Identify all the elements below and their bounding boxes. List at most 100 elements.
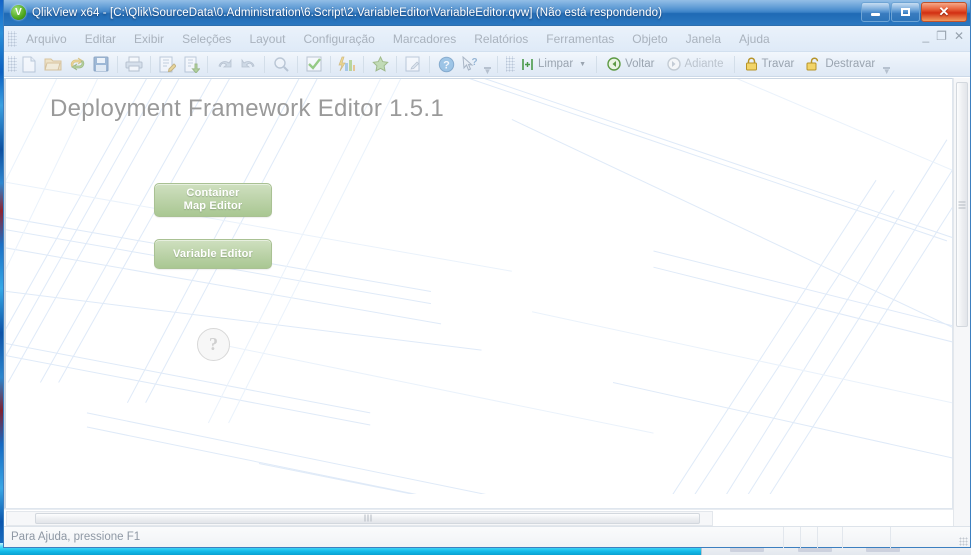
back-label: Voltar [625,58,655,70]
search-icon[interactable] [270,54,292,75]
status-bar: Para Ajuda, pressione F1 [4,526,970,548]
svg-text:?: ? [443,59,450,71]
background-line-pattern [6,79,952,494]
menu-item-marcadores[interactable]: Marcadores [384,29,465,49]
export-document-icon[interactable] [180,54,202,75]
window-controls: ✕ [861,2,967,22]
vertical-scrollbar-thumb[interactable] [956,82,968,327]
lock-button[interactable]: Travar [739,57,801,71]
chart-icon[interactable] [336,54,358,75]
new-document-icon[interactable] [18,54,40,75]
menu-item-exibir[interactable]: Exibir [125,29,173,49]
toolbar-separator [596,55,598,73]
help-question-icon[interactable]: ? [197,328,230,361]
back-arrow-icon [607,57,621,71]
scrollbar-thumb-grip [364,514,371,522]
context-help-icon[interactable]: ? [459,54,481,75]
toolbar-overflow-button[interactable]: ▼ [482,54,493,75]
print-icon[interactable] [123,54,145,75]
unlock-icon [806,57,819,71]
variable-editor-label: Variable Editor [172,247,254,260]
selection-toolbar-overflow-button[interactable]: ▼ [881,54,892,75]
container-map-editor-line1: Container [186,187,240,199]
scrollbar-spacer [713,511,951,526]
window-title: QlikView x64 - [C:\Qlik\SourceData\0.Adm… [32,6,663,19]
menu-item-layout[interactable]: Layout [240,29,294,49]
toolbar-separator [429,55,430,73]
open-folder-icon[interactable] [42,54,64,75]
minimize-icon [871,13,880,16]
forward-arrow-icon [666,57,681,71]
chevron-down-icon: ▼ [483,66,492,76]
menu-item-relatorios[interactable]: Relatórios [465,29,537,49]
menu-item-objeto[interactable]: Objeto [623,29,676,49]
selection-toolbar-grip-handle[interactable] [506,56,515,72]
menu-item-selecoes[interactable]: Seleções [173,29,240,49]
menu-item-editar[interactable]: Editar [76,29,125,49]
clear-selections-button[interactable]: Limpar ▼ [515,58,592,71]
menu-bar: Arquivo Editar Exibir Seleções Layout Co… [4,26,970,52]
horizontal-scrollbar-area [4,509,953,526]
status-cell [783,526,800,548]
bookmark-star-icon[interactable] [369,54,391,75]
status-cell [842,526,890,548]
toolbar-separator [497,55,498,73]
tool-bar: ? ? ▼ Limpar ▼ Voltar Adiante Travar Des… [4,52,970,77]
forward-label: Adiante [684,58,724,70]
toolbar-separator [117,55,118,73]
menu-item-janela[interactable]: Janela [677,29,730,49]
window-resize-grip[interactable] [956,527,970,548]
toolbar-separator [733,55,735,73]
status-message: Para Ajuda, pressione F1 [11,531,141,543]
edit-expression-icon[interactable] [402,54,424,75]
toolbar-separator [207,55,208,73]
container-map-editor-line2: Map Editor [183,200,243,212]
current-selections-icon[interactable] [303,54,325,75]
save-icon[interactable] [90,54,112,75]
redo-icon[interactable] [237,54,259,75]
toolbar-grip-handle[interactable] [8,56,17,72]
horizontal-scrollbar[interactable] [6,510,713,526]
unlock-button[interactable]: Destravar [800,57,881,71]
close-icon: ✕ [938,4,950,19]
status-cell [817,526,842,548]
menubar-grip-handle[interactable] [8,30,17,47]
close-button[interactable]: ✕ [921,2,967,22]
vertical-scrollbar[interactable] [953,78,970,526]
lock-icon [745,57,757,71]
chevron-down-icon[interactable]: ▼ [579,61,586,68]
menu-item-arquivo[interactable]: Arquivo [17,29,76,49]
toolbar-separator [330,55,331,73]
clear-selections-icon [522,58,533,70]
toolbar-separator [297,55,298,73]
scrollbar-thumb-grip [958,201,966,208]
status-cell [800,526,817,548]
menu-item-ajuda[interactable]: Ajuda [730,29,779,49]
maximize-button[interactable] [891,2,920,22]
help-icon[interactable]: ? [435,54,457,75]
page-title: Deployment Framework Editor 1.5.1 [50,95,445,122]
forward-button: Adiante [661,57,730,71]
reload-icon[interactable] [66,54,88,75]
mdi-window-controls: _ ❐ ✕ [922,30,964,42]
mdi-minimize-button[interactable]: _ [922,30,929,42]
edit-script-icon[interactable] [156,54,178,75]
chevron-down-icon: ▼ [882,66,891,76]
mdi-close-button[interactable]: ✕ [954,30,964,42]
menu-item-configuracao[interactable]: Configuração [294,29,383,49]
window-title-bar[interactable]: QlikView x64 - [C:\Qlik\SourceData\0.Adm… [4,0,970,26]
menu-item-ferramentas[interactable]: Ferramentas [537,29,623,49]
undo-icon[interactable] [213,54,235,75]
horizontal-scrollbar-thumb[interactable] [35,512,700,524]
minimize-button[interactable] [861,2,890,22]
sheet-canvas: Deployment Framework Editor 1.5.1 Contai… [4,78,953,509]
mdi-restore-button[interactable]: ❐ [936,30,947,42]
qlikview-window: QlikView x64 - [C:\Qlik\SourceData\0.Adm… [3,0,971,548]
back-button[interactable]: Voltar [601,57,660,71]
toolbar-separator [264,55,265,73]
maximize-icon [901,8,910,16]
clear-selections-label: Limpar [538,58,574,70]
variable-editor-button[interactable]: Variable Editor [154,239,272,269]
container-map-editor-button[interactable]: Container Map Editor [154,183,272,217]
unlock-label: Destravar [825,58,876,70]
